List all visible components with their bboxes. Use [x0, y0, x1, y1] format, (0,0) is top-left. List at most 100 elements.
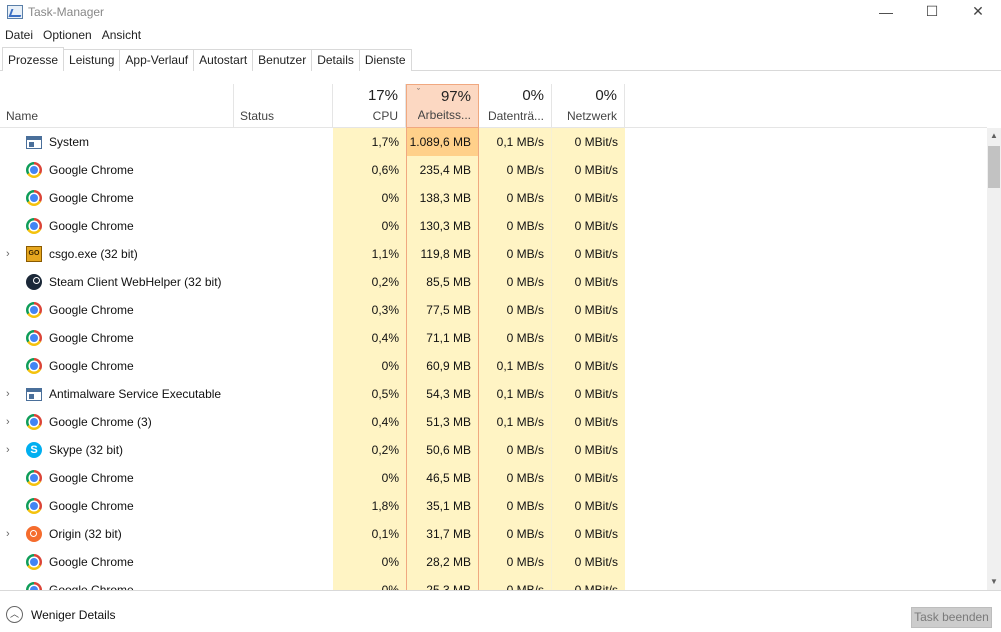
expand-chevron-icon[interactable] — [6, 128, 16, 156]
memory-value: 31,7 MB — [406, 520, 479, 548]
memory-value: 1.089,6 MB — [406, 128, 479, 156]
tab-users[interactable]: Benutzer — [252, 49, 313, 71]
disk-value: 0 MB/s — [479, 464, 552, 492]
table-row[interactable]: › Origin (32 bit) 0,1% 31,7 MB 0 MB/s 0 MBit/… — [0, 520, 987, 548]
maximize-button[interactable]: ☐ — [909, 0, 955, 23]
table-row[interactable]: Google Chrome 0,4% 71,1 MB 0 MB/s 0 MBit/s — [0, 324, 987, 352]
expand-chevron-icon[interactable] — [6, 296, 16, 324]
table-row[interactable]: › S Skype (32 bit) 0,2% 50,6 MB 0 MB/s 0 MBit/… — [0, 436, 987, 464]
column-cpu-header[interactable]: 17% CPU — [333, 84, 406, 128]
expand-chevron-icon[interactable]: › — [6, 436, 16, 464]
expand-chevron-icon[interactable] — [6, 156, 16, 184]
tab-processes[interactable]: Prozesse — [2, 47, 65, 71]
chrome-icon — [26, 554, 42, 570]
chrome-icon — [26, 582, 42, 590]
expand-chevron-icon[interactable] — [6, 184, 16, 212]
expand-chevron-icon[interactable]: › — [6, 408, 16, 436]
expand-chevron-icon[interactable] — [6, 352, 16, 380]
network-value: 0 MBit/s — [552, 296, 625, 324]
table-row[interactable]: › Antimalware Service Executable 0,5% 54,3 … — [0, 380, 987, 408]
expand-chevron-icon[interactable]: › — [6, 240, 16, 268]
table-row[interactable]: › GO csgo.exe (32 bit) 1,1% 119,8 MB 0 MB/s 0 … — [0, 240, 987, 268]
table-row[interactable]: Google Chrome 1,8% 35,1 MB 0 MB/s 0 MBit/s — [0, 492, 987, 520]
network-value: 0 MBit/s — [552, 380, 625, 408]
process-name: Steam Client WebHelper (32 bit) — [49, 275, 222, 289]
table-row[interactable]: Google Chrome 0% 46,5 MB 0 MB/s 0 MBit/s — [0, 464, 987, 492]
expand-chevron-icon[interactable] — [6, 212, 16, 240]
cpu-value: 0% — [333, 548, 406, 576]
process-name: csgo.exe (32 bit) — [49, 247, 138, 261]
minimize-button[interactable]: — — [863, 0, 909, 23]
tab-app-history[interactable]: App-Verlauf — [119, 49, 195, 71]
column-name-header[interactable]: Name — [0, 84, 233, 128]
end-task-button[interactable]: Task beenden — [911, 607, 992, 628]
vertical-scrollbar[interactable]: ▲ ▼ — [987, 128, 1001, 590]
table-row[interactable]: Google Chrome 0,3% 77,5 MB 0 MB/s 0 MBit/s — [0, 296, 987, 324]
memory-value: 85,5 MB — [406, 268, 479, 296]
table-row[interactable]: System 1,7% 1.089,6 MB 0,1 MB/s 0 MBit/s — [0, 128, 987, 156]
cpu-value: 0% — [333, 212, 406, 240]
scroll-down-icon[interactable]: ▼ — [987, 574, 1001, 590]
column-memory-label: Arbeitss... — [417, 108, 471, 122]
table-row[interactable]: Google Chrome 0% 138,3 MB 0 MB/s 0 MBit/s — [0, 184, 987, 212]
menu-view[interactable]: Ansicht — [97, 26, 146, 44]
column-status-header[interactable]: Status — [233, 84, 333, 128]
tab-details[interactable]: Details — [311, 49, 360, 71]
menu-bar: Datei Optionen Ansicht — [0, 26, 146, 44]
window-icon — [26, 388, 42, 401]
memory-value: 25,3 MB — [406, 576, 479, 590]
table-row[interactable]: Steam Client WebHelper (32 bit) 0,2% 85,5 … — [0, 268, 987, 296]
expand-chevron-icon[interactable]: › — [6, 520, 16, 548]
expand-chevron-icon[interactable] — [6, 548, 16, 576]
close-button[interactable]: ✕ — [955, 0, 1001, 23]
cpu-value: 0% — [333, 576, 406, 590]
chrome-icon — [26, 190, 42, 206]
menu-file[interactable]: Datei — [0, 26, 38, 44]
network-value: 0 MBit/s — [552, 184, 625, 212]
disk-value: 0 MB/s — [479, 156, 552, 184]
tab-performance[interactable]: Leistung — [63, 49, 121, 71]
process-name: Antimalware Service Executable — [49, 387, 222, 401]
memory-value: 77,5 MB — [406, 296, 479, 324]
process-name: Google Chrome (3) — [49, 415, 152, 429]
disk-value: 0 MB/s — [479, 268, 552, 296]
cpu-value: 1,8% — [333, 492, 406, 520]
process-table-header: Name Status 17% CPU ˇ 97% Arbeitss... 0%… — [0, 84, 987, 128]
cpu-value: 0% — [333, 464, 406, 492]
table-row[interactable]: Google Chrome 0,6% 235,4 MB 0 MB/s 0 MBit/s — [0, 156, 987, 184]
title-bar: Task-Manager — ☐ ✕ — [0, 0, 1001, 23]
process-name: Google Chrome — [49, 359, 134, 373]
table-row[interactable]: Google Chrome 0% 130,3 MB 0 MB/s 0 MBit/s — [0, 212, 987, 240]
scroll-thumb[interactable] — [988, 146, 1000, 188]
expand-chevron-icon[interactable]: › — [6, 380, 16, 408]
expand-chevron-icon[interactable] — [6, 464, 16, 492]
disk-value: 0,1 MB/s — [479, 128, 552, 156]
disk-value: 0 MB/s — [479, 212, 552, 240]
network-value: 0 MBit/s — [552, 240, 625, 268]
expand-chevron-icon[interactable] — [6, 576, 16, 590]
memory-value: 54,3 MB — [406, 380, 479, 408]
memory-total: 97% — [440, 88, 471, 105]
fewer-details-button[interactable]: ︿ Weniger Details — [6, 606, 115, 623]
network-value: 0 MBit/s — [552, 408, 625, 436]
column-disk-header[interactable]: 0% Datenträ... — [479, 84, 552, 128]
footer-bar: ︿ Weniger Details Task beenden — [0, 590, 1001, 632]
network-value: 0 MBit/s — [552, 128, 625, 156]
sort-descending-icon: ˇ — [417, 87, 420, 97]
table-row[interactable]: Google Chrome 0% 60,9 MB 0,1 MB/s 0 MBit/s — [0, 352, 987, 380]
table-row[interactable]: Google Chrome 0% 28,2 MB 0 MB/s 0 MBit/s — [0, 548, 987, 576]
menu-options[interactable]: Optionen — [38, 26, 97, 44]
memory-value: 50,6 MB — [406, 436, 479, 464]
scroll-up-icon[interactable]: ▲ — [987, 128, 1001, 144]
tab-services[interactable]: Dienste — [358, 49, 412, 71]
tab-startup[interactable]: Autostart — [193, 49, 254, 71]
expand-chevron-icon[interactable] — [6, 324, 16, 352]
disk-value: 0 MB/s — [479, 184, 552, 212]
column-network-header[interactable]: 0% Netzwerk — [552, 84, 625, 128]
expand-chevron-icon[interactable] — [6, 492, 16, 520]
chrome-icon — [26, 358, 42, 374]
table-row[interactable]: Google Chrome 0% 25,3 MB 0 MB/s 0 MBit/s — [0, 576, 987, 590]
expand-chevron-icon[interactable] — [6, 268, 16, 296]
column-memory-header[interactable]: ˇ 97% Arbeitss... — [406, 84, 479, 128]
table-row[interactable]: › Google Chrome (3) 0,4% 51,3 MB 0,1 MB/s 0 M… — [0, 408, 987, 436]
